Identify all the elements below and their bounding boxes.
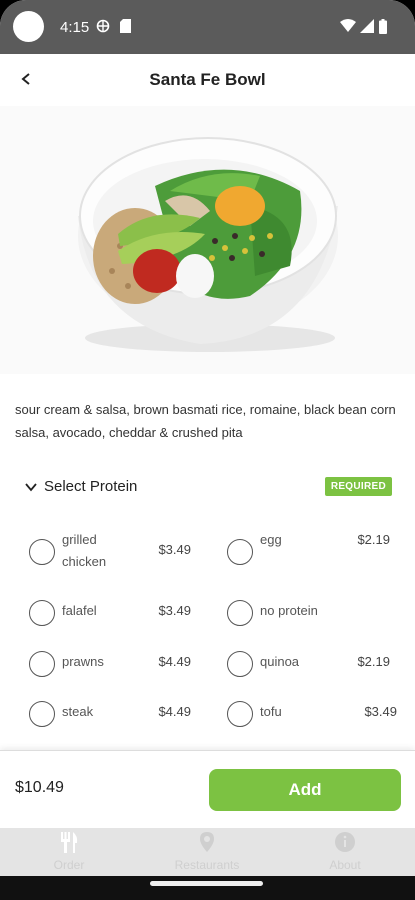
option-label: tofu — [260, 704, 282, 719]
vpn-icon — [96, 19, 110, 37]
radio-button[interactable] — [227, 651, 253, 677]
option-prawns[interactable]: prawns $4.49 — [29, 651, 199, 695]
gesture-nav-area — [0, 876, 415, 900]
page-title: Santa Fe Bowl — [149, 70, 266, 89]
total-price: $10.49 — [15, 779, 64, 796]
chevron-down-icon — [25, 482, 37, 491]
utensils-icon — [61, 832, 78, 853]
radio-button[interactable] — [29, 701, 55, 727]
tab-label: About — [329, 858, 361, 872]
status-bar: 4:15 — [0, 0, 415, 54]
add-button[interactable]: Add — [209, 769, 401, 811]
signal-icon — [360, 19, 374, 37]
radio-button[interactable] — [227, 701, 253, 727]
option-price: $2.19 — [357, 532, 390, 547]
option-egg[interactable]: egg $2.19 — [227, 532, 397, 583]
option-tofu[interactable]: tofu $3.49 — [227, 701, 397, 745]
tab-label: Order — [53, 858, 85, 872]
camera-cutout — [13, 11, 44, 42]
item-description: sour cream & salsa, brown basmati rice, … — [15, 402, 396, 440]
wifi-icon — [340, 19, 356, 36]
radio-button[interactable] — [29, 600, 55, 626]
option-grilled-chicken[interactable]: grilled chicken $3.49 — [29, 532, 199, 583]
status-time: 4:15 — [60, 19, 90, 36]
radio-button[interactable] — [227, 600, 253, 626]
battery-icon — [379, 19, 387, 38]
tab-label: Restaurants — [174, 858, 240, 872]
option-price: $3.49 — [158, 542, 191, 557]
location-pin-icon — [200, 832, 214, 852]
item-photo — [0, 106, 415, 374]
protein-section-toggle[interactable]: Select Protein — [24, 478, 137, 495]
option-price: $4.49 — [158, 654, 191, 669]
back-arrow-icon[interactable] — [14, 66, 40, 92]
option-label: grilled chicken — [62, 532, 107, 569]
option-label: steak — [62, 704, 94, 719]
info-icon — [335, 832, 355, 852]
option-no-protein[interactable]: no protein — [227, 600, 397, 644]
option-price: $3.49 — [158, 603, 191, 618]
option-price: $2.19 — [357, 654, 390, 669]
option-label: egg — [260, 532, 282, 547]
home-indicator[interactable] — [150, 881, 263, 886]
order-footer: $10.49 Add — [0, 750, 415, 828]
required-badge: REQUIRED — [324, 477, 392, 496]
option-falafel[interactable]: falafel $3.49 — [29, 600, 199, 644]
option-price: $3.49 — [364, 704, 397, 719]
option-price: $4.49 — [158, 704, 191, 719]
protein-section-heading: Select Protein — [44, 478, 138, 495]
option-label: prawns — [62, 654, 104, 669]
app-screen: 4:15 Santa Fe Bowl sour cream & salsa, b… — [0, 0, 415, 900]
option-steak[interactable]: steak $4.49 — [29, 701, 199, 745]
radio-button[interactable] — [29, 651, 55, 677]
radio-button[interactable] — [29, 539, 55, 565]
option-label: quinoa — [260, 654, 300, 669]
option-quinoa[interactable]: quinoa $2.19 — [227, 651, 397, 695]
option-label: falafel — [62, 603, 97, 618]
option-label: no protein — [260, 603, 318, 618]
sd-card-icon — [120, 19, 131, 37]
radio-button[interactable] — [227, 539, 253, 565]
top-app-bar: Santa Fe Bowl — [0, 54, 415, 106]
